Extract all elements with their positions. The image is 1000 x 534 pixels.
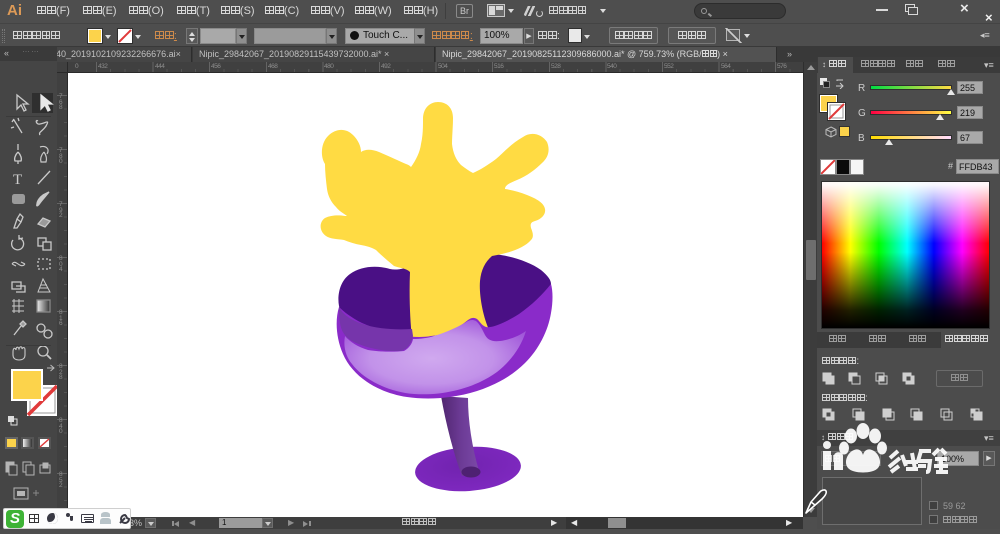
svg-text:T: T <box>13 172 22 188</box>
